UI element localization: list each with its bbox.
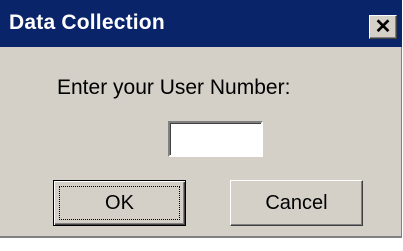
data-collection-dialog: Data Collection ✕ Enter your User Number… [0, 0, 402, 238]
ok-button-label: OK [105, 192, 134, 214]
window-title: Data Collection [9, 11, 165, 34]
close-icon: ✕ [374, 16, 392, 38]
cancel-button-label: Cancel [265, 192, 328, 214]
user-number-prompt: Enter your User Number: [57, 76, 291, 99]
ok-button[interactable]: OK [53, 180, 186, 226]
cancel-button[interactable]: Cancel [230, 180, 363, 226]
title-bar[interactable]: Data Collection ✕ [0, 0, 402, 47]
close-button[interactable]: ✕ [369, 15, 397, 39]
user-number-input[interactable] [168, 121, 263, 157]
